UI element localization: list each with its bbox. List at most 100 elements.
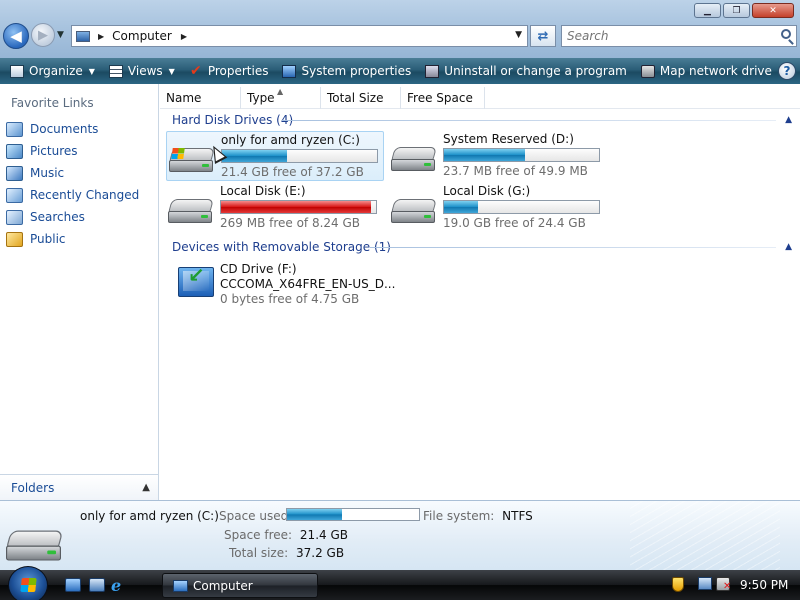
internet-explorer-icon[interactable]: e <box>111 576 129 595</box>
breadcrumb-separator-icon[interactable]: ▶ <box>98 32 104 41</box>
system-properties-icon <box>282 64 297 78</box>
breadcrumb-computer[interactable]: Computer <box>112 29 172 43</box>
views-button[interactable]: Views ▼ <box>105 60 179 82</box>
network-drive-icon <box>640 64 655 78</box>
switch-windows-icon[interactable] <box>89 578 105 592</box>
refresh-icon: ⇄ <box>537 28 549 44</box>
address-bar[interactable]: ▶ Computer ▶ ▼ <box>71 25 528 47</box>
group-title: Hard Disk Drives (4) <box>172 113 294 127</box>
column-header-type[interactable]: ▲ Type <box>241 87 321 109</box>
properties-label: Properties <box>207 64 269 78</box>
drive-free-space: 19.0 GB free of 24.4 GB <box>443 216 586 230</box>
favorite-link-label: Pictures <box>30 144 78 158</box>
security-shield-icon[interactable] <box>672 577 684 592</box>
close-button[interactable]: ✕ <box>752 3 794 18</box>
organize-label: Organize <box>29 64 83 78</box>
favorite-link-searches[interactable]: Searches <box>0 206 158 228</box>
drive-item-f[interactable]: ↙ CD Drive (F:) CCCOMA_X64FRE_EN-US_D...… <box>166 261 395 311</box>
column-header-label: Free Space <box>407 91 473 105</box>
space-free-label: Space free: <box>224 528 293 542</box>
details-pane: only for amd ryzen (C:) Space used: File… <box>0 500 800 570</box>
favorite-link-public[interactable]: Public <box>0 228 158 250</box>
search-icon[interactable] <box>781 29 791 39</box>
show-desktop-icon[interactable] <box>65 578 81 592</box>
drive-name: Local Disk (G:) <box>443 184 531 198</box>
properties-button[interactable]: ✔ Properties <box>185 60 273 82</box>
space-used-label: Space used: <box>219 509 293 523</box>
favorite-link-label: Music <box>30 166 65 180</box>
collapse-group-icon[interactable]: ▲ <box>785 115 792 125</box>
hard-drive-icon <box>168 197 214 227</box>
drive-free-space: 23.7 MB free of 49.9 MB <box>443 164 588 178</box>
back-button[interactable]: ◀ <box>3 23 29 49</box>
uninstall-program-button[interactable]: Uninstall or change a program <box>421 60 631 82</box>
favorite-link-label: Searches <box>30 210 85 224</box>
column-header-free-space[interactable]: Free Space <box>401 87 485 109</box>
drive-item-d[interactable]: System Reserved (D:) 23.7 MB free of 49.… <box>389 131 607 181</box>
windows-logo-icon <box>20 578 37 592</box>
breadcrumb-chevron-icon[interactable]: ▶ <box>181 32 187 41</box>
collapse-group-icon[interactable]: ▲ <box>785 242 792 252</box>
favorite-link-music[interactable]: Music <box>0 162 158 184</box>
drive-name: System Reserved (D:) <box>443 132 574 146</box>
column-header-name[interactable]: Name <box>160 87 241 109</box>
help-button[interactable]: ? <box>778 62 796 80</box>
forward-button[interactable]: ▶ <box>31 23 55 47</box>
drive-item-g[interactable]: Local Disk (G:) 19.0 GB free of 24.4 GB <box>389 183 607 233</box>
navigation-pane: Favorite Links Documents Pictures Music … <box>0 84 159 500</box>
views-icon <box>108 64 123 78</box>
decorative-swoosh <box>630 501 780 570</box>
filesystem-label: File system: <box>423 509 495 523</box>
window-controls: ▁ ❐ ✕ <box>694 3 794 18</box>
favorite-links-heading: Favorite Links <box>11 96 94 110</box>
muted-x-icon: ✕ <box>723 581 732 592</box>
public-folder-icon <box>6 231 23 247</box>
recent-pages-dropdown[interactable]: ▼ <box>57 30 64 40</box>
organize-button[interactable]: Organize ▼ <box>6 60 99 82</box>
window-titlebar: ▁ ❐ ✕ ◀ ▶ ▼ ▶ Computer ▶ ▼ ⇄ <box>0 0 800 58</box>
refresh-button[interactable]: ⇄ <box>530 25 556 47</box>
computer-icon <box>173 579 188 592</box>
drive-free-space: 0 bytes free of 4.75 GB <box>220 292 360 306</box>
system-properties-button[interactable]: System properties <box>278 60 415 82</box>
maximize-button[interactable]: ❐ <box>723 3 750 18</box>
favorite-link-label: Recently Changed <box>30 188 140 202</box>
help-icon: ? <box>783 64 791 78</box>
drive-name: only for amd ryzen (C:) <box>221 133 360 147</box>
column-header-total-size[interactable]: Total Size <box>321 87 401 109</box>
disc-label: CCCOMA_X64FRE_EN-US_D... <box>220 277 396 291</box>
details-usage-bar <box>286 508 420 521</box>
dropdown-arrow-icon: ▼ <box>168 66 175 76</box>
drive-usage-fill <box>444 201 479 213</box>
favorite-link-documents[interactable]: Documents <box>0 118 158 140</box>
taskbar-button-label: Computer <box>193 578 253 593</box>
map-network-drive-label: Map network drive <box>659 64 772 78</box>
drive-item-e[interactable]: Local Disk (E:) 269 MB free of 8.24 GB <box>166 183 384 233</box>
search-box[interactable] <box>561 25 797 47</box>
favorite-link-recently-changed[interactable]: Recently Changed <box>0 184 158 206</box>
group-header-removable-storage[interactable]: Devices with Removable Storage (1) <box>172 239 391 255</box>
details-total-size-row: Total size: 37.2 GB <box>229 546 344 560</box>
column-header-label: Total Size <box>327 91 384 105</box>
dropdown-arrow-icon: ▼ <box>88 66 95 76</box>
start-button[interactable] <box>8 566 48 600</box>
command-bar: Organize ▼ Views ▼ ✔ Properties System p… <box>0 58 800 84</box>
address-dropdown-icon[interactable]: ▼ <box>515 30 522 40</box>
details-space-free-row: Space free: 21.4 GB <box>224 528 348 542</box>
favorite-link-pictures[interactable]: Pictures <box>0 140 158 162</box>
map-network-drive-button[interactable]: Map network drive <box>637 60 776 82</box>
minimize-button[interactable]: ▁ <box>694 3 721 18</box>
drive-item-c[interactable]: only for amd ryzen (C:) 21.4 GB free of … <box>166 131 384 181</box>
group-header-hard-disk-drives[interactable]: Hard Disk Drives (4) <box>172 112 293 128</box>
drive-usage-bar <box>443 148 600 162</box>
search-input[interactable] <box>562 26 762 46</box>
clock[interactable]: 9:50 PM <box>740 578 788 592</box>
network-icon[interactable] <box>698 577 712 590</box>
autoplay-arrow-icon: ↙ <box>188 263 205 287</box>
folders-toggle[interactable]: Folders ▲ <box>0 474 158 500</box>
column-header-label: Name <box>166 91 202 105</box>
views-label: Views <box>127 64 163 78</box>
taskbar-button-computer[interactable]: Computer <box>162 573 318 598</box>
drive-name: Local Disk (E:) <box>220 184 306 198</box>
organize-icon <box>10 64 24 78</box>
